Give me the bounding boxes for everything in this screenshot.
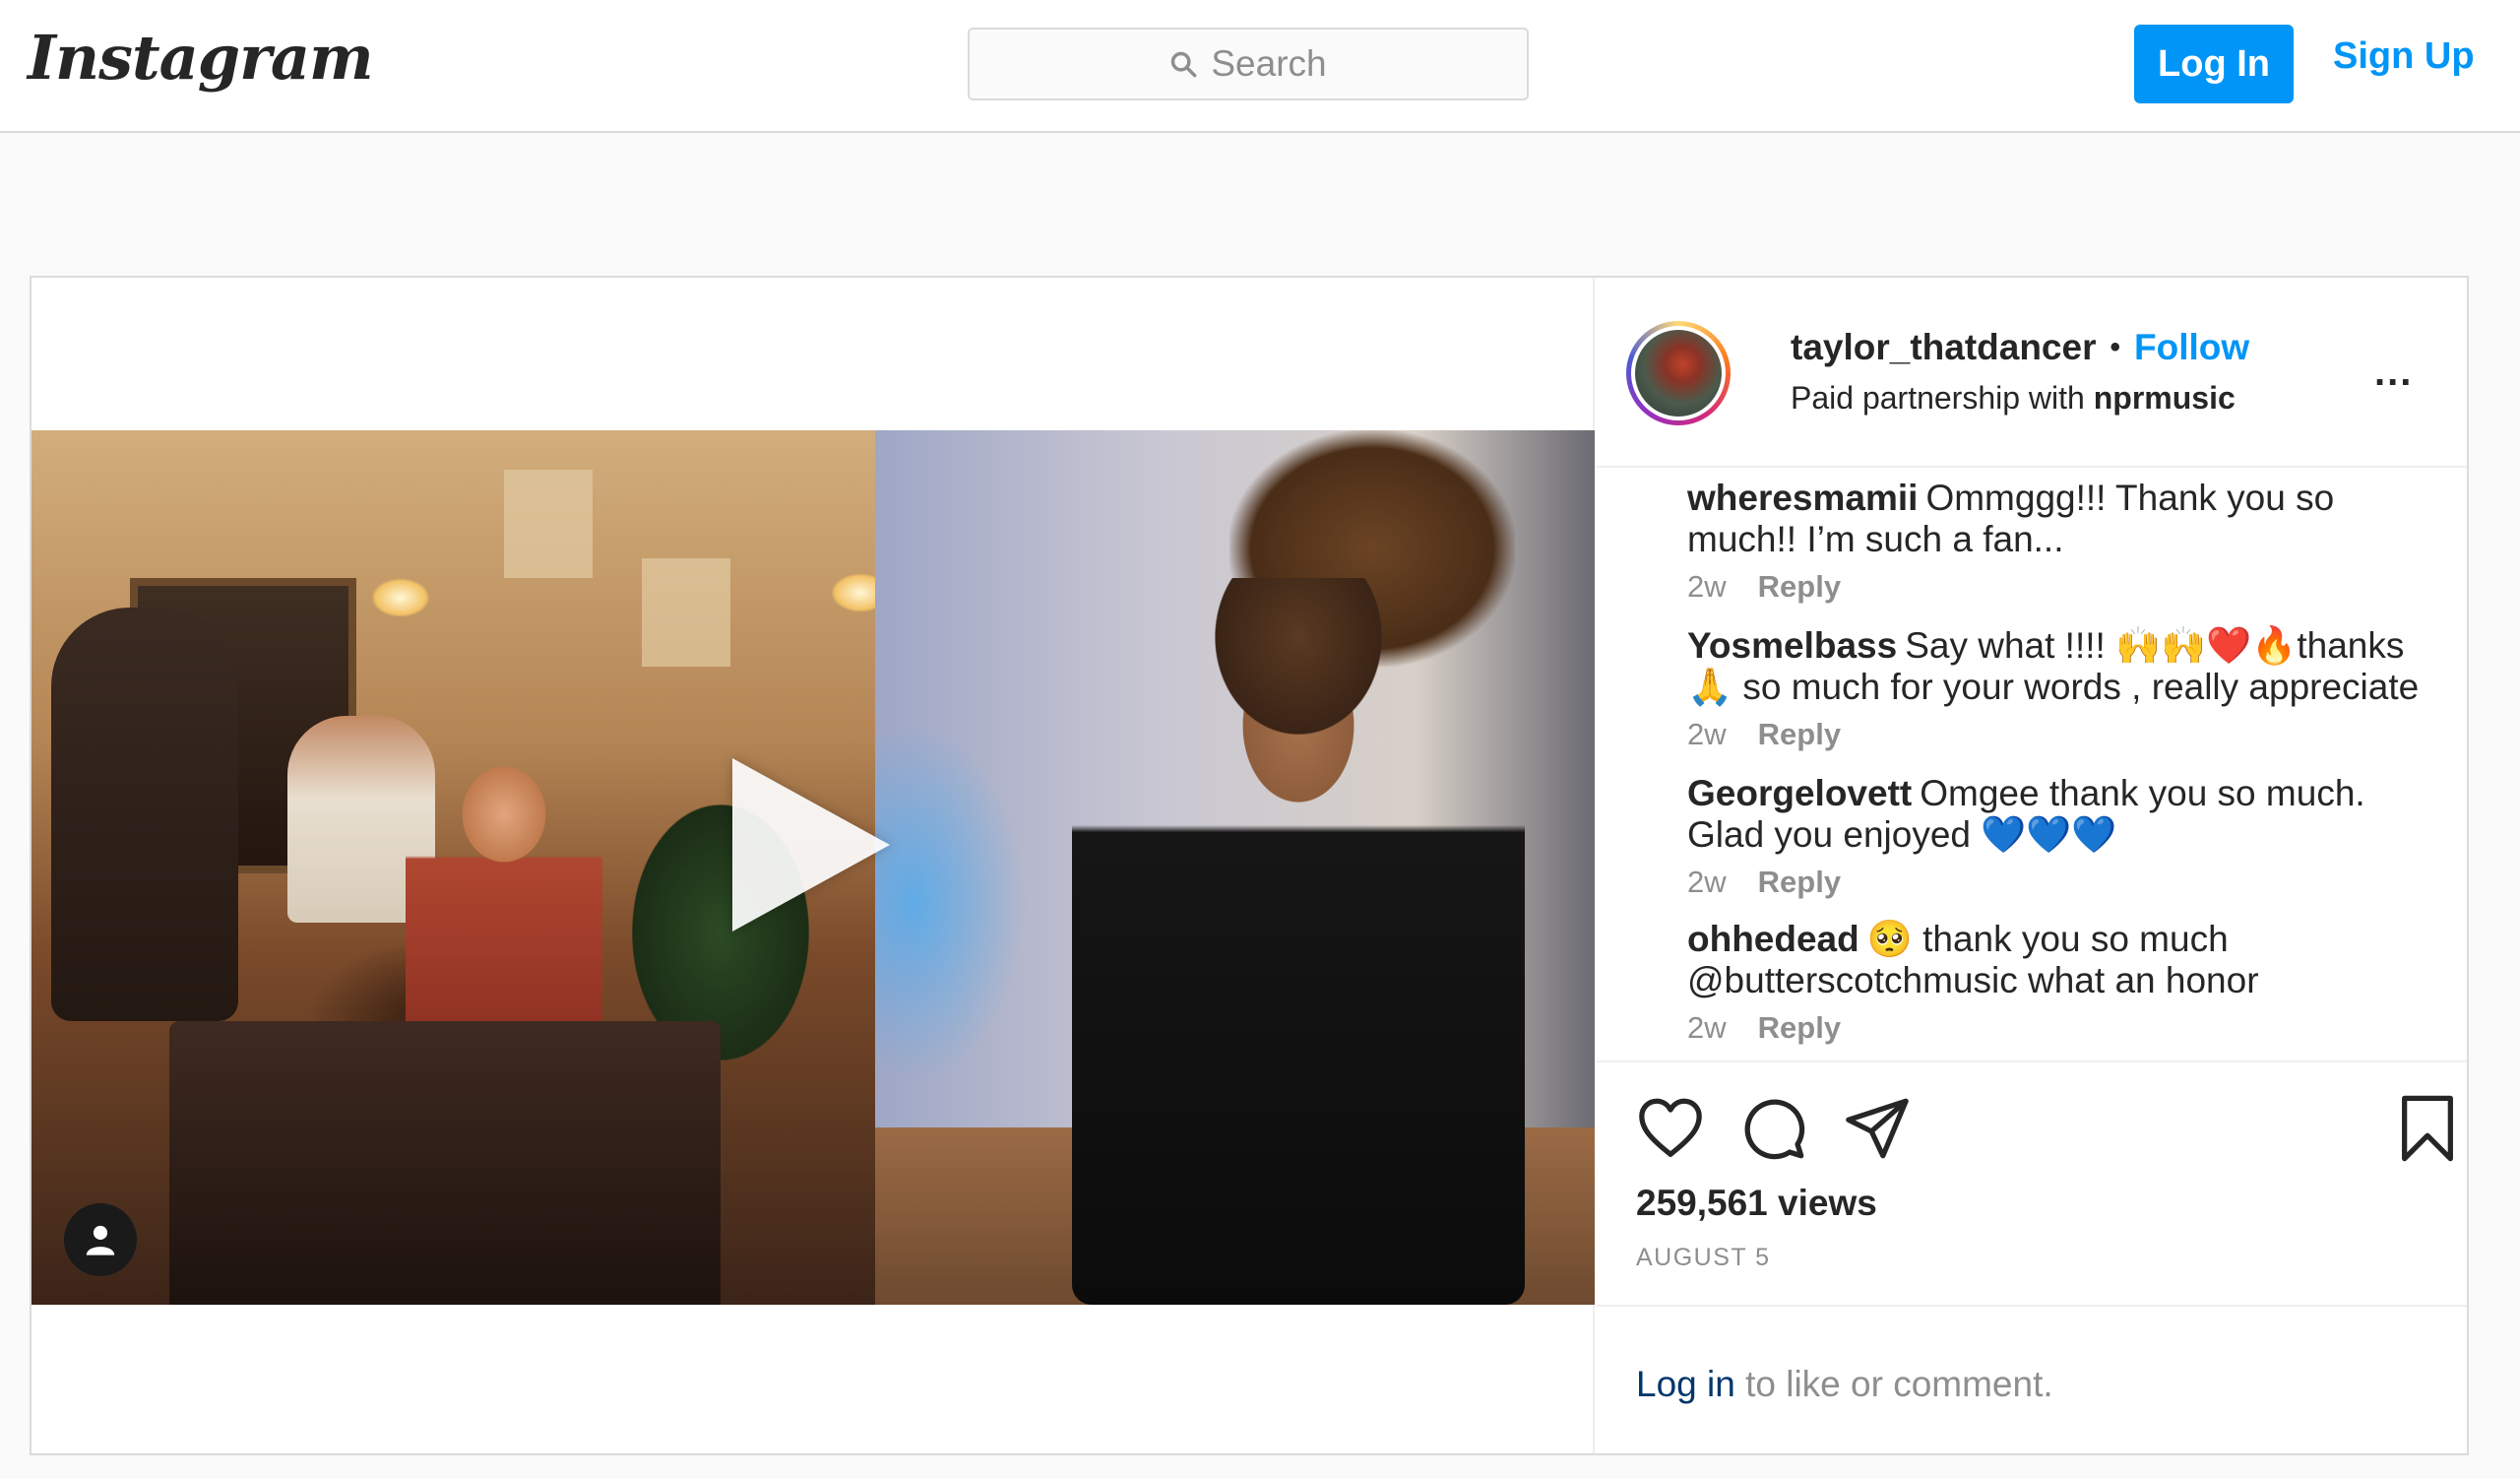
login-prompt: Log in to like or comment. [1636, 1364, 2053, 1405]
comment-meta: 2w Reply [1687, 714, 2435, 755]
dancer-figure [1072, 578, 1525, 1305]
post-header: taylor_thatdancer • Follow Paid partners… [1597, 278, 2467, 468]
sign-up-link[interactable]: Sign Up [2333, 35, 2475, 78]
singer-figure [406, 726, 602, 1051]
post-username[interactable]: taylor_thatdancer [1791, 327, 2097, 368]
comment-age: 2w [1687, 569, 1727, 604]
video-frame-right [875, 430, 1595, 1305]
heart-icon[interactable] [1636, 1094, 1705, 1163]
comment-icon[interactable] [1739, 1094, 1808, 1163]
comment-meta: 2w Reply [1687, 862, 2435, 903]
comment-username[interactable]: wheresmamii [1687, 478, 1918, 518]
reply-button[interactable]: Reply [1758, 714, 1841, 755]
reply-button[interactable]: Reply [1758, 862, 1841, 903]
view-count[interactable]: 259,561 views [1636, 1183, 1877, 1224]
comment-body: Georgelovett Omgee thank you so much. Gla… [1687, 773, 2435, 856]
search-input[interactable]: Search [968, 28, 1529, 100]
draped-table [169, 1021, 721, 1305]
avatar[interactable] [1626, 321, 1731, 425]
post-header-title: taylor_thatdancer • Follow [1791, 327, 2249, 368]
log-in-button[interactable]: Log In [2134, 25, 2294, 103]
comment-body: Yosmelbass Say what !!!! 🙌🙌❤️🔥thanks🙏 so … [1687, 625, 2435, 708]
comment-body: ohhedead 🥺 thank you so much @butterscotc… [1687, 919, 2435, 1001]
comment-item: ohhedead 🥺 thank you so much @butterscotc… [1687, 919, 2435, 1049]
bookmark-icon[interactable] [2396, 1094, 2459, 1163]
post-actions-section: 259,561 views AUGUST 5 [1597, 1061, 2467, 1307]
reply-button[interactable]: Reply [1758, 1007, 1841, 1049]
search-placeholder: Search [1211, 43, 1327, 84]
video-player[interactable] [32, 430, 1595, 1305]
person-icon [86, 1225, 115, 1255]
paper-plane-icon[interactable] [1843, 1094, 1912, 1163]
comment-item: Yosmelbass Say what !!!! 🙌🙌❤️🔥thanks🙏 so … [1687, 625, 2435, 755]
partner-link[interactable]: nprmusic [2094, 380, 2236, 416]
log-in-link[interactable]: Log in [1636, 1364, 1735, 1404]
comment-body: wheresmamii Ommggg!!! Thank you so much!!… [1687, 478, 2435, 560]
comment-meta: 2w Reply [1687, 566, 2435, 608]
comment-item: wheresmamii Ommggg!!! Thank you so much!!… [1687, 478, 2435, 608]
avatar-border [1631, 326, 1726, 420]
post-media-area [32, 278, 1595, 1453]
user-tag-icon[interactable] [64, 1203, 137, 1276]
post-date: AUGUST 5 [1636, 1244, 1771, 1271]
comments-list[interactable]: wheresmamii Ommggg!!! Thank you so much!!… [1597, 470, 2467, 1059]
paid-partnership-label: Paid partnership with nprmusic [1791, 380, 2236, 417]
post-card: taylor_thatdancer • Follow Paid partners… [30, 276, 2469, 1455]
login-prompt-text: to like or comment. [1745, 1364, 2053, 1404]
avatar-image [1635, 330, 1722, 417]
comment-username[interactable]: ohhedead [1687, 919, 1859, 959]
comment-item: Georgelovett Omgee thank you so much. Gla… [1687, 773, 2435, 903]
lamp [371, 578, 430, 617]
post-side-panel: taylor_thatdancer • Follow Paid partners… [1597, 278, 2467, 1453]
guitarist-figure [51, 608, 238, 1021]
comment-age: 2w [1687, 865, 1727, 899]
comment-meta: 2w Reply [1687, 1007, 2435, 1049]
separator-dot: • [2110, 331, 2121, 363]
comment-age: 2w [1687, 717, 1727, 751]
comment-age: 2w [1687, 1010, 1727, 1045]
play-icon[interactable] [732, 758, 890, 932]
acoustic-panel [642, 558, 730, 667]
more-options-button[interactable]: ... [2374, 353, 2413, 392]
follow-button[interactable]: Follow [2134, 327, 2249, 368]
top-navigation-bar: Instagram Search Log In Sign Up [0, 0, 2520, 133]
acoustic-panel [504, 470, 593, 578]
partnership-prefix: Paid partnership with [1791, 380, 2085, 416]
comment-username[interactable]: Yosmelbass [1687, 625, 1897, 666]
search-icon [1171, 51, 1197, 78]
comment-username[interactable]: Georgelovett [1687, 773, 1912, 813]
instagram-logo[interactable]: Instagram [28, 22, 374, 94]
reply-button[interactable]: Reply [1758, 566, 1841, 608]
